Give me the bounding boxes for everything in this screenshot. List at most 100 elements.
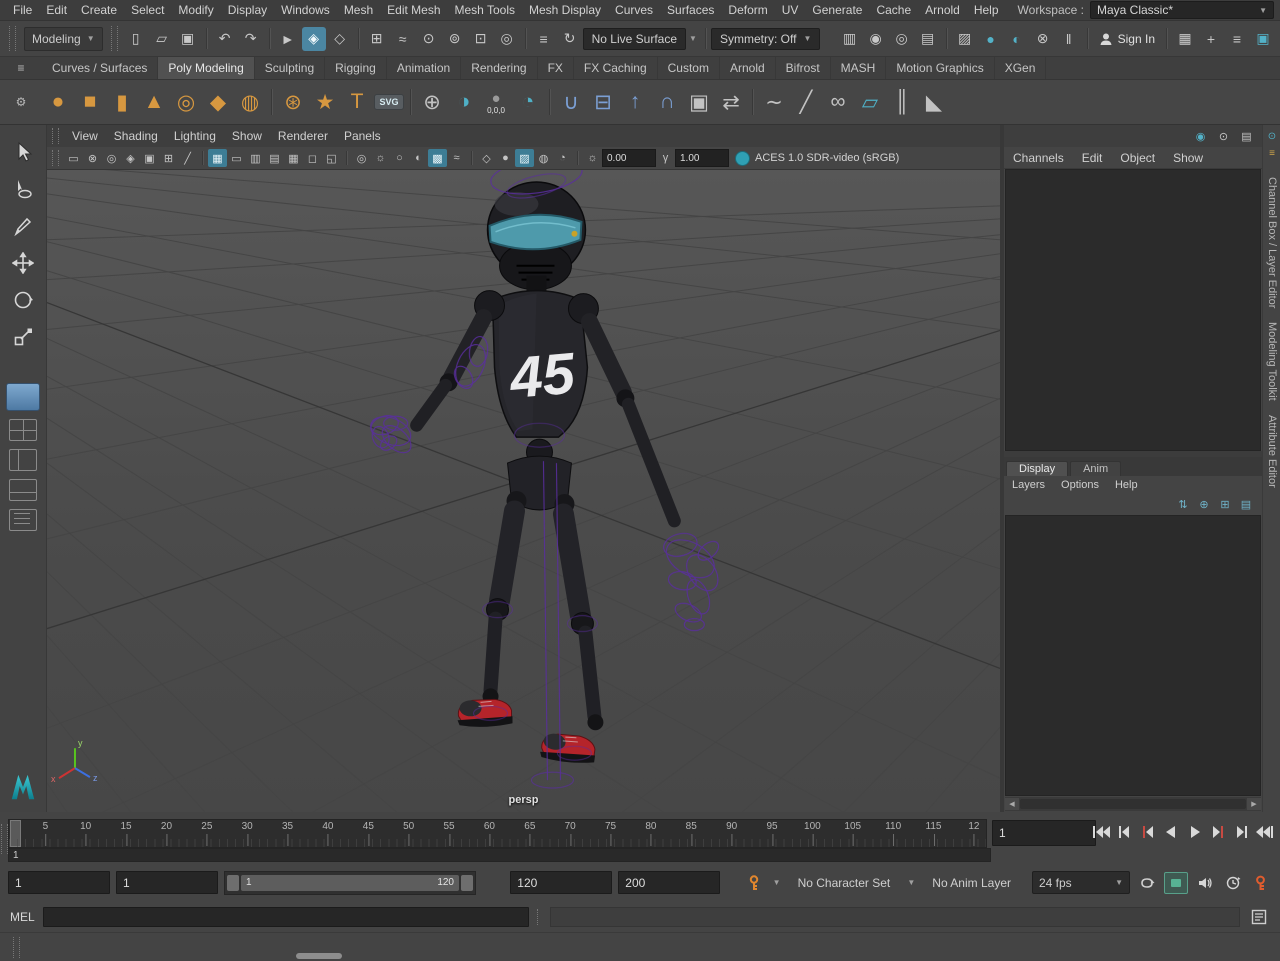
pin-icon[interactable]: ⊙ — [1265, 129, 1279, 143]
shelf-tab-fx[interactable]: FX — [538, 57, 574, 79]
menu-uv[interactable]: UV — [775, 3, 806, 17]
quad-draw-icon[interactable]: ▱ — [854, 84, 886, 120]
range-start-handle[interactable] — [227, 874, 239, 891]
range-slider[interactable]: 1 120 — [224, 870, 476, 895]
target-weld-icon[interactable]: ∞ — [822, 84, 854, 120]
menu-modify[interactable]: Modify — [171, 3, 220, 17]
menu-cache[interactable]: Cache — [869, 3, 918, 17]
select-by-component-icon[interactable]: ◇ — [328, 27, 352, 51]
grid-toggle-icon[interactable]: ▦ — [208, 149, 227, 167]
layer-list[interactable] — [1005, 514, 1261, 796]
drag-handle[interactable] — [52, 128, 59, 144]
gamma-field[interactable] — [675, 149, 729, 167]
tab-attribute-editor[interactable]: Attribute Editor — [1266, 415, 1278, 488]
scale-tool-icon[interactable] — [8, 322, 38, 352]
texture-view-icon[interactable]: ▨ — [953, 27, 977, 51]
ui-elements-icon[interactable]: ≡ — [1225, 27, 1249, 51]
menu-mesh-tools[interactable]: Mesh Tools — [448, 3, 522, 17]
smooth-icon[interactable]: ∼ — [758, 84, 790, 120]
channel-menu-object[interactable]: Object — [1111, 151, 1164, 165]
channel-menu-show[interactable]: Show — [1164, 151, 1212, 165]
menu-curves[interactable]: Curves — [608, 3, 660, 17]
field-chart-icon[interactable]: ▦ — [284, 149, 303, 167]
add-layer-from-selected-icon[interactable]: ⊞ — [1217, 497, 1233, 513]
select-camera-icon[interactable]: ▭ — [64, 149, 83, 167]
panel-menu-panels[interactable]: Panels — [336, 129, 389, 143]
combine-icon[interactable]: ∪ — [555, 84, 587, 120]
menu-windows[interactable]: Windows — [274, 3, 337, 17]
poly-cylinder-icon[interactable]: ▮ — [106, 84, 138, 120]
shelf-tab-curves-surfaces[interactable]: Curves / Surfaces — [42, 57, 159, 79]
lighting-all-icon[interactable]: ☼ — [371, 149, 390, 167]
tab-channel-box-layer-editor[interactable]: Channel Box / Layer Editor — [1266, 177, 1278, 308]
lighting-default-icon[interactable]: ○ — [390, 149, 409, 167]
gamma-icon[interactable]: γ — [656, 149, 675, 167]
step-back-frame-button[interactable] — [1113, 822, 1135, 842]
anim-layer-dropdown[interactable]: No Anim Layer — [923, 872, 1020, 894]
command-input[interactable] — [42, 907, 529, 927]
menu-create[interactable]: Create — [74, 3, 124, 17]
menu-display[interactable]: Display — [221, 3, 274, 17]
move-tool-icon[interactable] — [8, 248, 38, 278]
panel-menu-renderer[interactable]: Renderer — [270, 129, 336, 143]
pan-zoom-2d-icon[interactable]: ⊞ — [159, 149, 178, 167]
viewport-canvas[interactable]: 45 y x z persp — [47, 170, 1000, 812]
time-slider-track[interactable]: 5 10 15 20 25 30 35 40 45 50 55 60 65 70… — [8, 819, 987, 848]
poly-cone-icon[interactable]: ▲ — [138, 84, 170, 120]
add-account-icon[interactable]: + — [1199, 27, 1223, 51]
auto-key-toggle[interactable] — [1250, 873, 1272, 893]
select-by-hierarchy-icon[interactable]: ► — [276, 27, 300, 51]
panel-menu-show[interactable]: Show — [224, 129, 270, 143]
layers-sort-icon[interactable]: ⇅ — [1175, 497, 1191, 513]
layer-tab-display[interactable]: Display — [1006, 460, 1069, 476]
shelf-tab-motion-graphics[interactable]: Motion Graphics — [886, 57, 995, 79]
sign-in-button[interactable]: Sign In — [1093, 32, 1161, 46]
colorspace-dropdown[interactable]: ACES 1.0 SDR-video (sRGB) — [735, 150, 899, 166]
menu-mesh-display[interactable]: Mesh Display — [522, 3, 608, 17]
menu-surfaces[interactable]: Surfaces — [660, 3, 721, 17]
menu-file[interactable]: File — [6, 3, 39, 17]
poly-type-icon[interactable]: T — [341, 84, 373, 120]
poly-plane-icon[interactable]: ◆ — [202, 84, 234, 120]
motion-blur-icon[interactable]: ≈ — [447, 149, 466, 167]
menu-arnold[interactable]: Arnold — [918, 3, 967, 17]
layout-persp-outliner-button[interactable] — [9, 449, 37, 471]
lock-camera-icon[interactable]: ⊗ — [83, 149, 102, 167]
layout-single-pane-button[interactable] — [6, 383, 40, 411]
shelf-tab-xgen[interactable]: XGen — [995, 57, 1047, 79]
script-editor-icon[interactable] — [1248, 907, 1270, 927]
animation-end-field[interactable] — [618, 871, 721, 894]
shelf-tab-rigging[interactable]: Rigging — [325, 57, 387, 79]
snap-to-point-icon[interactable]: ⊙ — [417, 27, 441, 51]
shelf-tab-mash[interactable]: MASH — [831, 57, 887, 79]
resolution-gate-icon[interactable]: ▥ — [246, 149, 265, 167]
select-by-object-icon[interactable]: ◈ — [301, 26, 326, 51]
mirror-geometry-icon[interactable]: ⇄ — [715, 84, 747, 120]
layout-persp-graph-button[interactable] — [9, 479, 37, 501]
step-back-key-button[interactable] — [1137, 822, 1159, 842]
bevel-icon[interactable]: ◣ — [918, 84, 950, 120]
textured-mode-icon[interactable]: ▨ — [515, 149, 534, 167]
menu-edit-mesh[interactable]: Edit Mesh — [380, 3, 447, 17]
toolbox-visibility-icon[interactable]: ▣ — [1251, 27, 1275, 51]
symmetry-dropdown[interactable]: Symmetry: Off ▼ — [711, 27, 821, 50]
add-layer-icon[interactable]: ⊕ — [1196, 497, 1212, 513]
channel-settings-icon[interactable]: ▤ — [1237, 127, 1256, 145]
rotate-tool-icon[interactable] — [8, 285, 38, 315]
menu-set-dropdown[interactable]: Modeling ▼ — [24, 26, 103, 51]
layer-menu-options[interactable]: Options — [1053, 479, 1107, 491]
multi-cut-icon[interactable]: ╱ — [790, 84, 822, 120]
history-refresh-icon[interactable]: ↻ — [558, 27, 582, 51]
drag-handle[interactable] — [9, 26, 16, 51]
render-setup-icon[interactable]: ▤ — [916, 27, 940, 51]
step-forward-frame-button[interactable] — [1231, 822, 1253, 842]
new-scene-icon[interactable]: ▯ — [124, 27, 148, 51]
channel-menu-edit[interactable]: Edit — [1073, 151, 1112, 165]
pin-selection-icon[interactable]: ⊙ — [1214, 127, 1233, 145]
menu-edit[interactable]: Edit — [39, 3, 74, 17]
channel-menu-channels[interactable]: Channels — [1004, 151, 1073, 165]
go-to-end-button[interactable] — [1254, 822, 1276, 842]
fill-hole-icon[interactable]: ▣ — [683, 84, 715, 120]
step-forward-key-button[interactable] — [1207, 822, 1229, 842]
shelf-tab-bifrost[interactable]: Bifrost — [776, 57, 831, 79]
